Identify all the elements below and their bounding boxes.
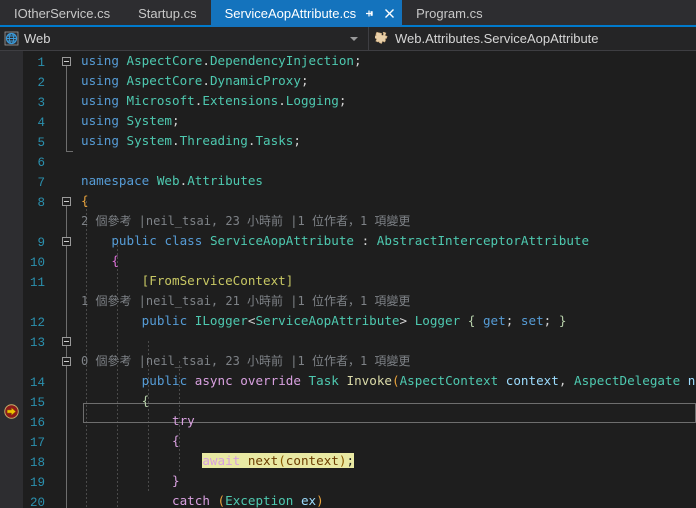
tab-label: Startup.cs	[138, 0, 197, 27]
tab-startup[interactable]: Startup.cs	[124, 0, 211, 27]
code-line[interactable]: namespace Web.Attributes	[77, 171, 696, 191]
code-line[interactable]: catch (Exception ex)	[77, 491, 696, 508]
line-number: 17	[23, 433, 52, 453]
project-name: Web	[24, 31, 51, 46]
code-editor[interactable]: 1234567891011121314151617181920212223242…	[0, 51, 696, 508]
line-number: 15	[23, 393, 52, 413]
code-text-area[interactable]: using AspectCore.DependencyInjection;usi…	[77, 51, 696, 508]
line-number: 4	[23, 113, 52, 133]
line-number: 13	[23, 333, 52, 353]
line-number: 5	[23, 133, 52, 153]
code-line[interactable]: }	[77, 471, 696, 491]
line-number: 19	[23, 473, 52, 493]
class-icon	[375, 31, 390, 46]
code-line[interactable]: [FromServiceContext]	[77, 271, 696, 291]
line-number: 10	[23, 253, 52, 273]
line-number: 8	[23, 193, 52, 213]
fold-toggle-usings[interactable]	[62, 57, 71, 66]
line-number-gutter: 1234567891011121314151617181920212223242…	[23, 51, 59, 508]
line-number: 14	[23, 373, 52, 393]
tab-label: IOtherService.cs	[14, 0, 110, 27]
code-line[interactable]: using AspectCore.DynamicProxy;	[77, 71, 696, 91]
tab-serviceaopattribute[interactable]: ServiceAopAttribute.cs	[211, 0, 403, 27]
line-number: 7	[23, 173, 52, 193]
fold-toggle-method[interactable]	[62, 337, 71, 346]
web-project-icon	[4, 31, 19, 46]
fold-toggle-class[interactable]	[62, 237, 71, 246]
code-line[interactable]: using AspectCore.DependencyInjection;	[77, 51, 696, 71]
code-line[interactable]: try	[77, 411, 696, 431]
line-number: 12	[23, 313, 52, 333]
tab-label: Program.cs	[416, 0, 482, 27]
code-line[interactable]: using System;	[77, 111, 696, 131]
line-number: 6	[23, 153, 52, 173]
line-number: 2	[23, 73, 52, 93]
breakpoint-gutter[interactable]	[0, 51, 23, 508]
close-icon[interactable]	[383, 7, 396, 20]
code-line[interactable]: {	[77, 191, 696, 211]
fold-toggle-try[interactable]	[62, 357, 71, 366]
code-line[interactable]: await next(context);	[77, 451, 696, 471]
editor-tab-strip: IOtherService.cs Startup.cs ServiceAopAt…	[0, 0, 696, 27]
line-number: 3	[23, 93, 52, 113]
chevron-down-icon[interactable]	[350, 37, 358, 41]
code-line[interactable]: {	[77, 251, 696, 271]
code-line[interactable]: public class ServiceAopAttribute : Abstr…	[77, 231, 696, 251]
line-number: 16	[23, 413, 52, 433]
pin-icon[interactable]	[363, 7, 376, 20]
visual-studio-editor-window: IOtherService.cs Startup.cs ServiceAopAt…	[0, 0, 696, 508]
line-number: 20	[23, 493, 52, 508]
code-line[interactable]	[77, 331, 696, 351]
code-line[interactable]: using Microsoft.Extensions.Logging;	[77, 91, 696, 111]
code-line[interactable]: public ILogger<ServiceAopAttribute> Logg…	[77, 311, 696, 331]
code-line[interactable]: {	[77, 431, 696, 451]
project-selector-combobox[interactable]: Web	[0, 27, 369, 50]
codelens-annotation[interactable]: 1 個參考 |neil_tsai, 21 小時前 |1 位作者，1 項變更	[77, 291, 696, 311]
member-name: Web.Attributes.ServiceAopAttribute	[395, 31, 599, 46]
code-line[interactable]: using System.Threading.Tasks;	[77, 131, 696, 151]
tab-label: ServiceAopAttribute.cs	[225, 0, 357, 27]
code-folding-margin[interactable]	[59, 51, 77, 508]
tab-program[interactable]: Program.cs	[402, 0, 496, 27]
line-number: 11	[23, 273, 52, 293]
code-line[interactable]	[77, 151, 696, 171]
current-statement-arrow-icon	[4, 404, 19, 419]
code-line[interactable]: public async override Task Invoke(Aspect…	[77, 371, 696, 391]
editor-navigation-bar: Web Web.Attributes.ServiceAopAttribute	[0, 27, 696, 51]
fold-toggle-namespace[interactable]	[62, 197, 71, 206]
line-number: 9	[23, 233, 52, 253]
codelens-annotation[interactable]: 0 個參考 |neil_tsai, 23 小時前 |1 位作者，1 項變更	[77, 351, 696, 371]
member-selector-combobox[interactable]: Web.Attributes.ServiceAopAttribute	[369, 27, 696, 50]
line-number: 1	[23, 53, 52, 73]
code-line[interactable]: {	[77, 391, 696, 411]
line-number: 18	[23, 453, 52, 473]
tab-iotherservice[interactable]: IOtherService.cs	[0, 0, 124, 27]
codelens-annotation[interactable]: 2 個參考 |neil_tsai, 23 小時前 |1 位作者，1 項變更	[77, 211, 696, 231]
